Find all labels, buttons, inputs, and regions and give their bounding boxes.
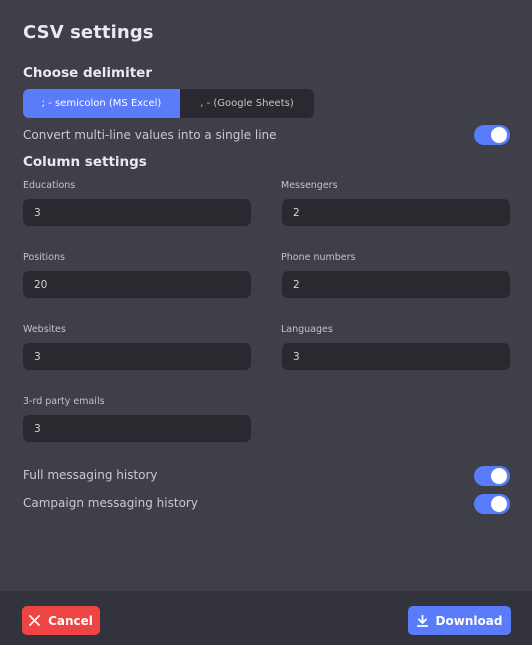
download-button[interactable]: Download [408,606,511,635]
column-settings-heading: Column settings [23,154,147,170]
campaign-messaging-history-toggle[interactable] [474,494,510,514]
languages-label: Languages [281,324,333,335]
positions-label: Positions [23,252,65,263]
campaign-messaging-history-label: Campaign messaging history [23,496,198,510]
download-icon [416,614,428,627]
convert-multiline-toggle[interactable] [474,125,510,145]
positions-input[interactable] [23,271,251,298]
delimiter-heading: Choose delimiter [23,65,152,81]
toggle-knob [491,127,507,143]
dialog-footer: Cancel Download [0,591,532,645]
educations-input[interactable] [23,199,251,226]
toggle-knob [491,496,507,512]
download-label: Download [435,613,503,628]
cancel-label: Cancel [48,613,93,628]
phone-numbers-label: Phone numbers [281,252,356,263]
full-messaging-history-toggle[interactable] [474,466,510,486]
toggle-knob [491,468,507,484]
full-messaging-history-label: Full messaging history [23,468,158,482]
cancel-button[interactable]: Cancel [22,606,100,635]
delimiter-segmented-control: ; - semicolon (MS Excel) , - (Google She… [23,89,314,118]
csv-settings-dialog: CSV settings Choose delimiter ; - semico… [0,0,532,645]
websites-input[interactable] [23,343,251,370]
convert-multiline-label: Convert multi-line values into a single … [23,128,277,142]
messengers-input[interactable] [282,199,510,226]
dialog-body: CSV settings Choose delimiter ; - semico… [0,0,532,591]
websites-label: Websites [23,324,66,335]
delimiter-option-comma[interactable]: , - (Google Sheets) [180,89,314,118]
educations-label: Educations [23,180,76,191]
dialog-title: CSV settings [23,22,154,43]
messengers-label: Messengers [281,180,338,191]
languages-input[interactable] [282,343,510,370]
third-party-emails-input[interactable] [23,415,251,442]
delimiter-option-semicolon[interactable]: ; - semicolon (MS Excel) [23,89,180,118]
third-party-emails-label: 3-rd party emails [23,396,105,407]
phone-numbers-input[interactable] [282,271,510,298]
close-icon [29,615,40,626]
